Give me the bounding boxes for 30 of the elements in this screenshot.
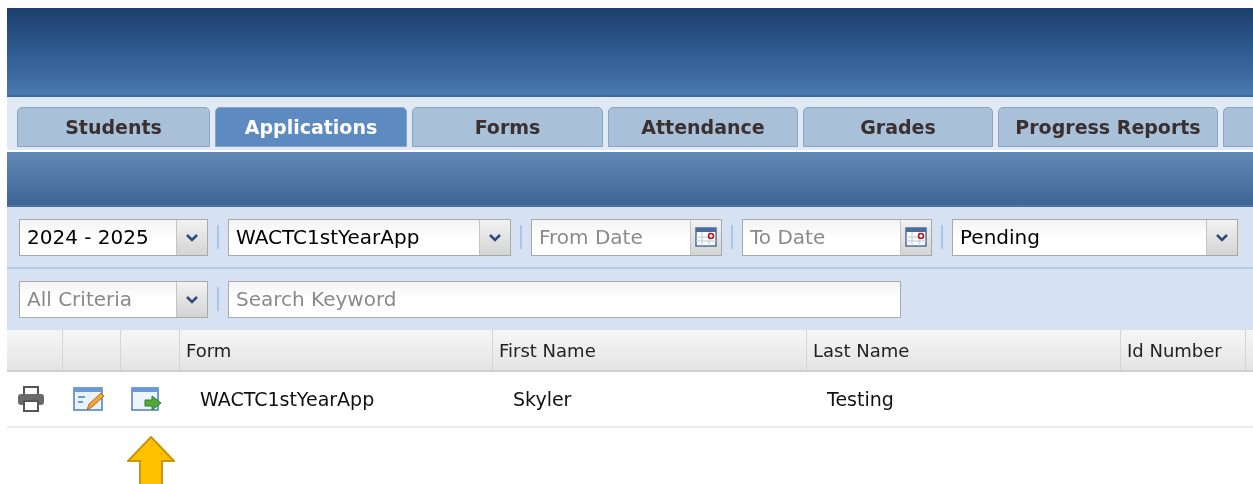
export-form-icon[interactable] (131, 386, 163, 412)
table-cell-text: WACTC1stYearApp (200, 386, 375, 412)
edit-form-icon[interactable] (73, 386, 105, 412)
caret-icon (185, 232, 199, 242)
from-date-field[interactable]: From Date (531, 218, 722, 256)
caret-icon (185, 294, 199, 304)
calendar-icon (905, 227, 927, 247)
tab[interactable]: Applications (215, 107, 407, 147)
column-header: Form (186, 338, 232, 363)
criteria-dropdown[interactable]: All Criteria (19, 280, 208, 318)
arrow-icon (127, 436, 175, 484)
tab[interactable]: Students (17, 107, 210, 147)
to-date-field[interactable]: To Date (742, 218, 932, 256)
column-header: Last Name (813, 338, 910, 363)
table-cell-text: Testing (827, 386, 894, 412)
search-field[interactable]: Search Keyword (228, 280, 901, 318)
caret-icon (1215, 232, 1229, 242)
tab[interactable]: Progress Reports (998, 107, 1218, 147)
status-dropdown[interactable]: Pending (952, 218, 1238, 256)
form-dropdown[interactable]: WACTC1stYearApp (228, 218, 511, 256)
tab[interactable]: Forms (412, 107, 603, 147)
printer-icon[interactable] (17, 386, 45, 412)
calendar-icon (695, 227, 717, 247)
column-header: First Name (499, 338, 596, 363)
caret-icon (488, 232, 502, 242)
year-dropdown[interactable]: 2024 - 2025 (19, 218, 208, 256)
tab[interactable]: Grades (803, 107, 993, 147)
tab[interactable]: Attendance (608, 107, 798, 147)
column-header: Id Number (1127, 338, 1222, 363)
table-cell-text: Skyler (513, 386, 572, 412)
